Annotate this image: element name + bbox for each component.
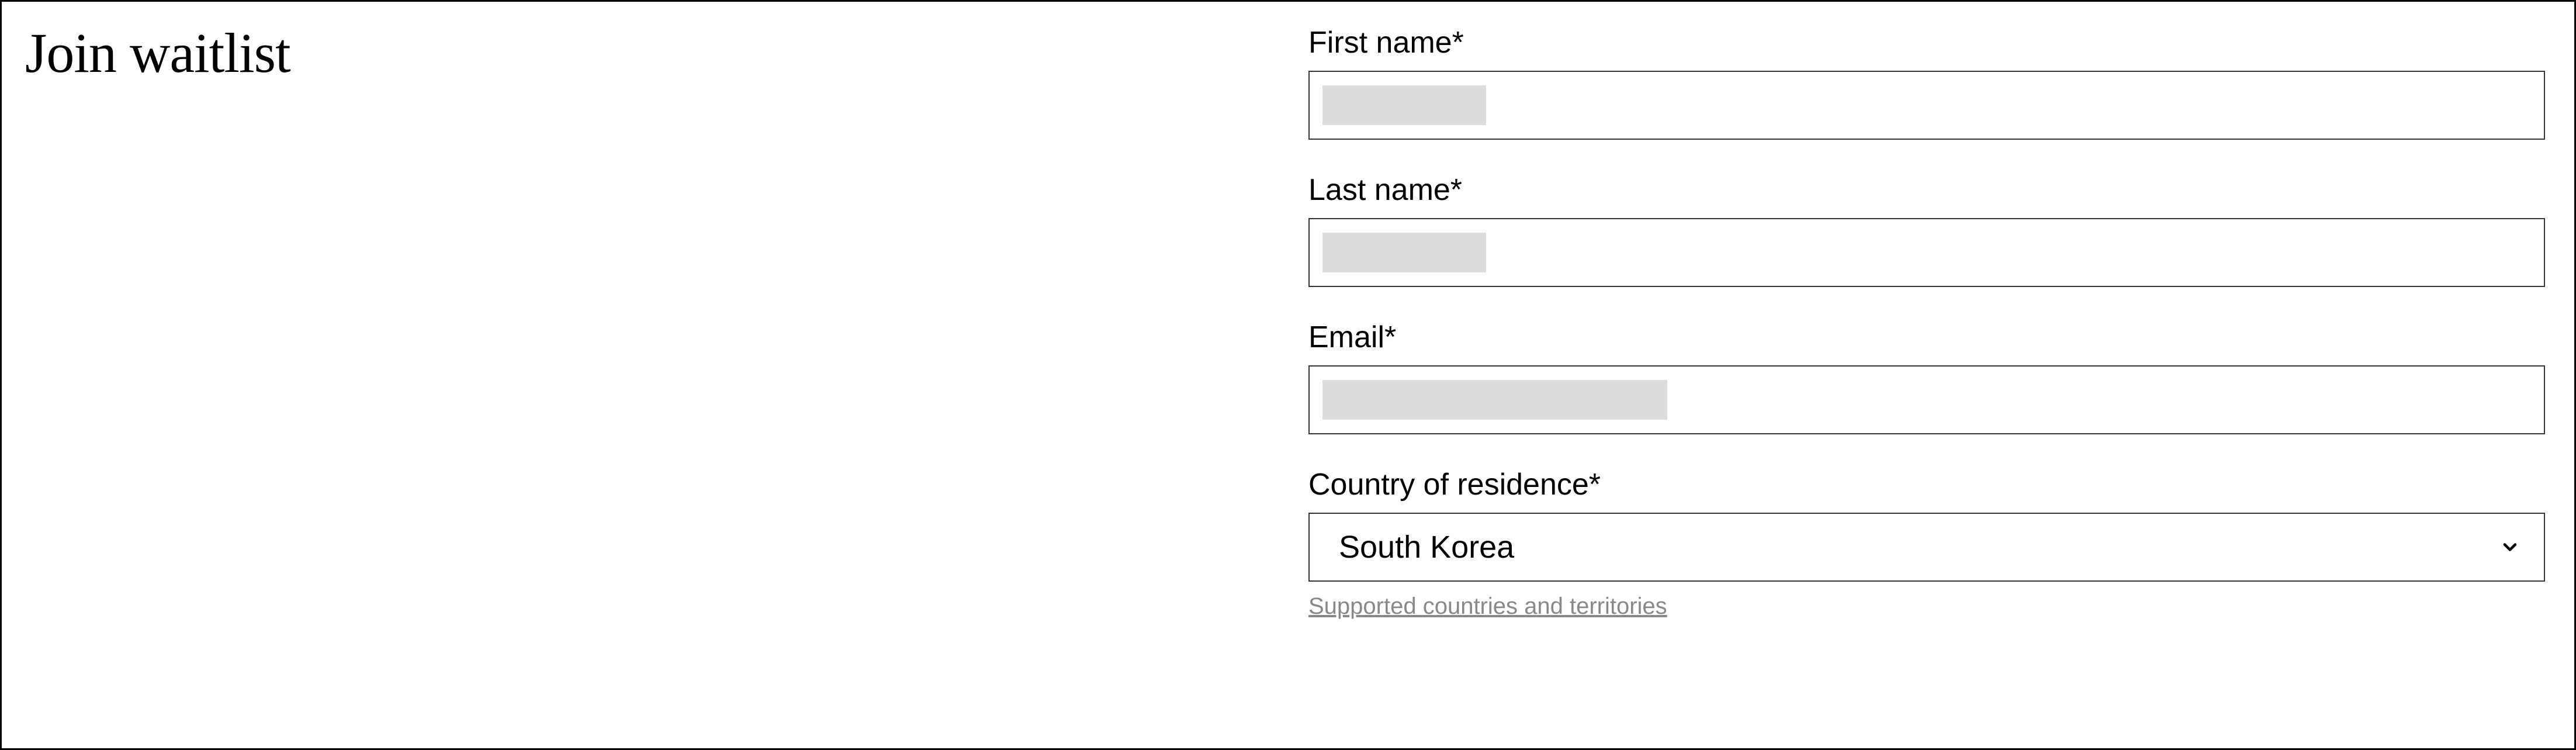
first-name-input[interactable] xyxy=(1308,71,2545,140)
redacted-value xyxy=(1322,380,1667,420)
country-field: Country of residence* South Korea xyxy=(1308,467,2545,582)
waitlist-form-container: Join waitlist First name* Last name* Ema… xyxy=(0,0,2576,750)
country-label: Country of residence* xyxy=(1308,467,2545,502)
country-select[interactable]: South Korea xyxy=(1308,513,2545,582)
email-field: Email* xyxy=(1308,320,2545,434)
form-column: First name* Last name* Email* Country of… xyxy=(1308,25,2551,737)
left-column: Join waitlist xyxy=(25,25,1262,737)
first-name-label: First name* xyxy=(1308,25,2545,60)
country-selected-value: South Korea xyxy=(1339,529,1514,565)
redacted-value xyxy=(1322,85,1486,125)
last-name-label: Last name* xyxy=(1308,172,2545,208)
last-name-input[interactable] xyxy=(1308,218,2545,287)
page-title: Join waitlist xyxy=(25,25,1262,81)
email-input[interactable] xyxy=(1308,365,2545,434)
first-name-field: First name* xyxy=(1308,25,2545,140)
last-name-field: Last name* xyxy=(1308,172,2545,287)
chevron-down-icon xyxy=(2499,537,2520,558)
redacted-value xyxy=(1322,233,1486,272)
supported-countries-link[interactable]: Supported countries and territories xyxy=(1308,593,1667,620)
email-label: Email* xyxy=(1308,320,2545,355)
